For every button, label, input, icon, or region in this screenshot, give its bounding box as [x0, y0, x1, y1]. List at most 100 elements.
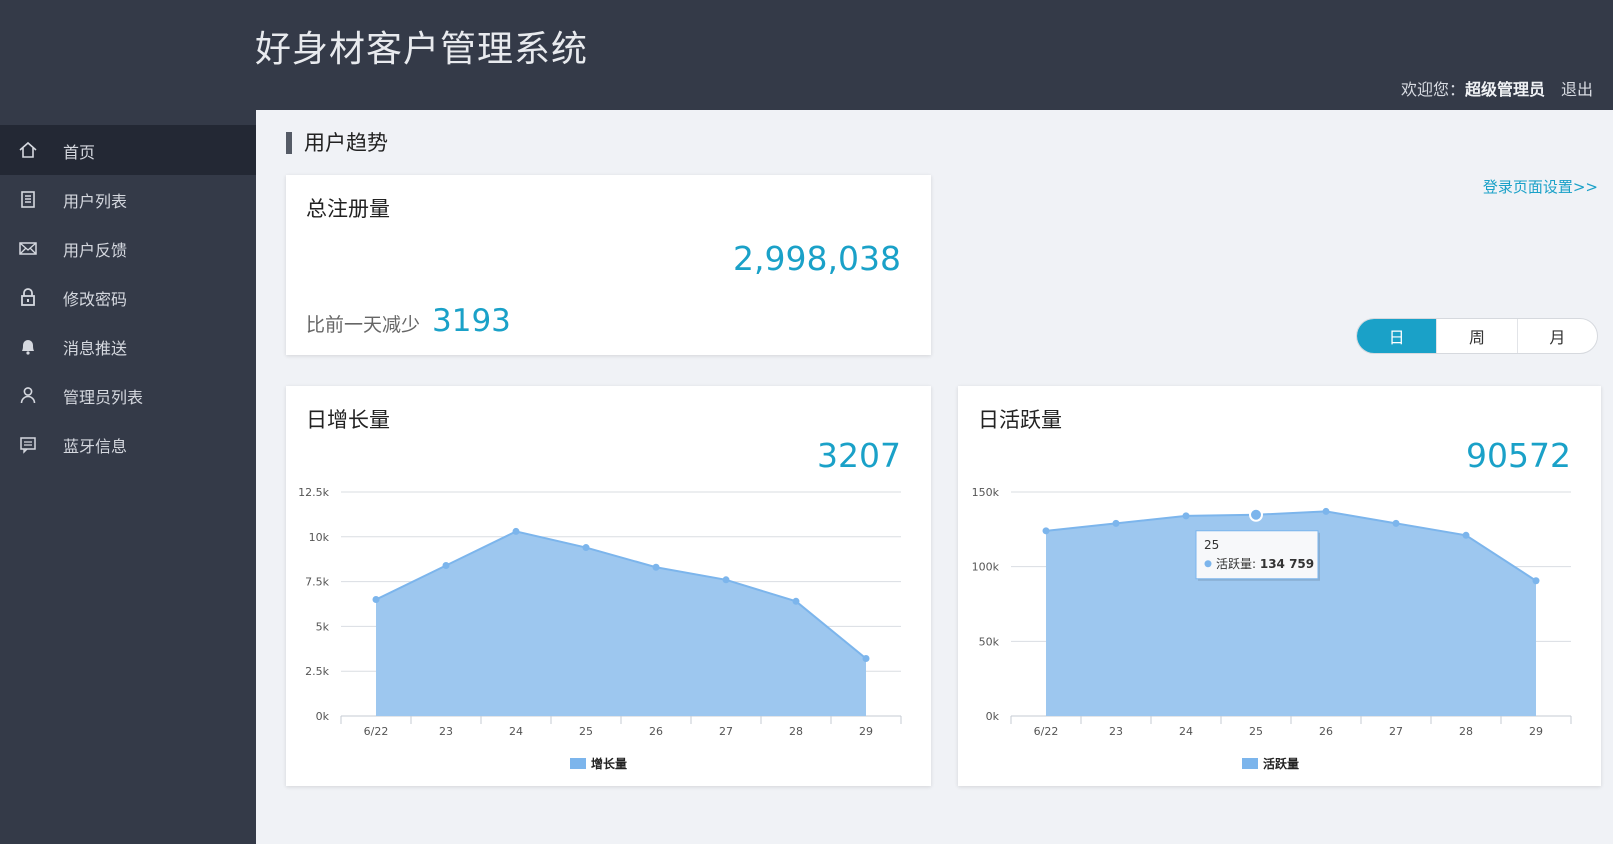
y-tick-label: 0k [986, 710, 1000, 723]
sidebar-item-home[interactable]: 首页 [0, 125, 256, 175]
x-tick-label: 28 [789, 725, 803, 738]
x-tick-label: 23 [439, 725, 453, 738]
x-tick-label: 24 [1179, 725, 1193, 738]
sidebar-item-label: 用户反馈 [63, 241, 128, 260]
x-tick-label: 6/22 [364, 725, 389, 738]
home-icon [19, 141, 37, 158]
hover-point[interactable] [1249, 507, 1263, 522]
card-title: 日活跃量 [978, 408, 1062, 432]
sidebar-item-feedback[interactable]: 用户反馈 [0, 223, 256, 273]
data-point[interactable] [1462, 531, 1470, 539]
data-point[interactable] [652, 563, 660, 571]
y-tick-label: 0k [316, 710, 330, 723]
x-tick-label: 27 [1389, 725, 1403, 738]
y-tick-label: 150k [972, 486, 1000, 499]
main-content: 用户趋势 总注册量 2,998,038 比前一天减少 3193 登录页面设置>>… [256, 110, 1613, 844]
x-tick-label: 23 [1109, 725, 1123, 738]
tooltip-series: 活跃量: 134 759 [1216, 557, 1314, 571]
daily-growth-card: 0k 2.5k 5k 7.5k 10k 12.5k 6/22 23 24 25 26 27 28 29 增长… [286, 386, 931, 786]
sidebar-item-label: 蓝牙信息 [63, 437, 128, 456]
sidebar-item-label: 消息推送 [63, 339, 128, 358]
sidebar-item-user-list[interactable]: 用户列表 [0, 174, 256, 224]
card-title: 日增长量 [306, 408, 390, 432]
tooltip-category: 25 [1204, 538, 1219, 552]
data-point[interactable] [512, 527, 520, 535]
lock-icon [21, 288, 35, 306]
x-tick-label: 26 [1319, 725, 1333, 738]
mail-icon [19, 242, 37, 255]
x-tick-label: 26 [649, 725, 663, 738]
sidebar-item-change-password[interactable]: 修改密码 [0, 272, 256, 322]
user-bar: 欢迎您：超级管理员 退出 [1401, 76, 1593, 100]
sidebar-item-admin-list[interactable]: 管理员列表 [0, 370, 256, 420]
comparison-label: 比前一天减少 [306, 314, 421, 336]
message-icon [20, 437, 36, 454]
legend-swatch [570, 758, 586, 769]
data-point[interactable] [722, 576, 730, 584]
y-tick-label: 12.5k [298, 486, 329, 499]
x-tick-label: 25 [579, 725, 593, 738]
period-day-button[interactable]: 日 [1357, 319, 1437, 353]
area-fill [376, 531, 866, 716]
x-tick-label: 28 [1459, 725, 1473, 738]
data-point[interactable] [792, 597, 800, 605]
user-icon [20, 387, 36, 404]
data-point[interactable] [582, 544, 590, 552]
legend-label[interactable]: 增长量 [591, 756, 627, 771]
y-tick-label: 5k [316, 620, 330, 633]
sidebar-item-push-messages[interactable]: 消息推送 [0, 321, 256, 371]
sidebar-item-bluetooth-info[interactable]: 蓝牙信息 [0, 419, 256, 469]
login-page-settings-link[interactable]: 登录页面设置>> [1483, 176, 1598, 197]
sidebar-item-label: 首页 [63, 143, 96, 162]
period-toggle: 日 周 月 [1356, 318, 1598, 354]
comparison-value: 3193 [432, 303, 511, 339]
x-tick-label: 27 [719, 725, 733, 738]
sidebar-item-label: 修改密码 [63, 290, 128, 309]
sidebar-item-label: 用户列表 [63, 192, 128, 211]
period-month-button[interactable]: 月 [1516, 319, 1597, 353]
top-header: 好身材客户管理系统 欢迎您：超级管理员 退出 [0, 0, 1613, 110]
clipboard-icon [21, 191, 35, 208]
legend-label[interactable]: 活跃量 [1263, 756, 1299, 771]
welcome-prefix: 欢迎您： [1400, 80, 1465, 99]
sidebar-item-label: 管理员列表 [63, 388, 144, 407]
data-point[interactable] [1322, 507, 1330, 515]
data-point[interactable] [1042, 527, 1050, 535]
welcome-text: 欢迎您：超级管理员 [1401, 76, 1545, 100]
username: 超级管理员 [1464, 80, 1545, 99]
sidebar: 首页 用户列表 用户反馈 修改密码 消息推送 管理员列表 蓝牙信息 [0, 110, 256, 844]
tooltip-value: 134 759 [1260, 557, 1314, 571]
data-point[interactable] [442, 561, 450, 569]
app-title: 好身材客户管理系统 [255, 29, 589, 70]
data-point[interactable] [1532, 577, 1540, 585]
data-point[interactable] [1112, 519, 1120, 527]
card-title: 总注册量 [306, 197, 390, 221]
daily-active-value: 90572 [1466, 436, 1571, 475]
daily-active-card: 0k 50k 100k 150k 6/22 23 24 25 26 27 28 29 活跃量 25 活跃量:… [958, 386, 1601, 786]
section-title: 用户趋势 [286, 132, 388, 154]
x-tick-label: 24 [509, 725, 523, 738]
comparison: 比前一天减少 3193 [306, 303, 511, 339]
y-tick-label: 50k [979, 635, 1000, 648]
x-tick-label: 6/22 [1034, 725, 1059, 738]
data-point[interactable] [1392, 519, 1400, 527]
total-registrations-card: 总注册量 2,998,038 比前一天减少 3193 [286, 175, 931, 355]
x-tick-label: 25 [1249, 725, 1263, 738]
chart-tooltip: 25 活跃量: 134 759 [1195, 530, 1320, 581]
bell-icon [22, 340, 34, 355]
y-tick-label: 10k [309, 531, 330, 544]
y-tick-label: 100k [972, 561, 1000, 574]
x-tick-label: 29 [859, 725, 873, 738]
y-tick-label: 2.5k [305, 665, 329, 678]
data-point[interactable] [1182, 512, 1190, 520]
data-point[interactable] [862, 655, 870, 663]
x-tick-label: 29 [1529, 725, 1543, 738]
y-tick-label: 7.5k [305, 576, 329, 589]
period-week-button[interactable]: 周 [1436, 319, 1516, 353]
legend-swatch [1242, 758, 1258, 769]
logout-link[interactable]: 退出 [1561, 76, 1593, 100]
tooltip-marker [1204, 560, 1212, 568]
data-point[interactable] [372, 596, 380, 604]
daily-growth-value: 3207 [817, 436, 901, 475]
total-registrations-value: 2,998,038 [733, 239, 901, 278]
